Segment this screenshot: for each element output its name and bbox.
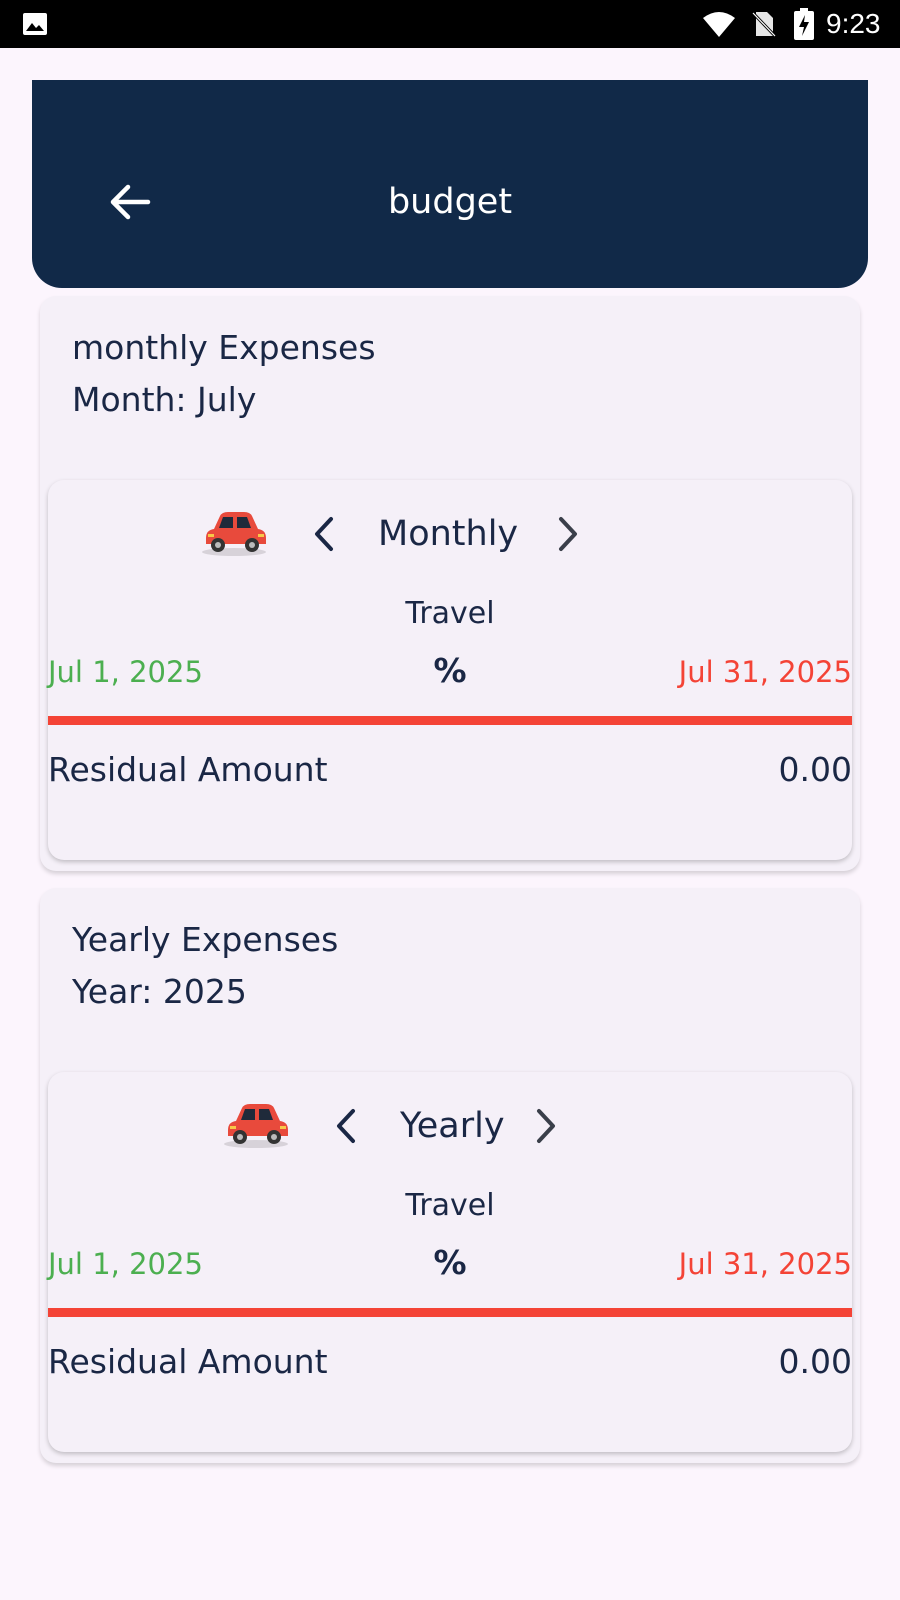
gallery-icon xyxy=(23,13,47,35)
category-label: Travel xyxy=(405,1188,495,1223)
budget-card[interactable]: Monthly Travel Jul 1, 2025 % Jul 31, 202… xyxy=(48,480,852,860)
residual-amount-value: 0.00 xyxy=(778,1342,852,1381)
status-time: 9:23 xyxy=(826,8,881,39)
no-sim-icon xyxy=(752,11,776,38)
next-period-button[interactable] xyxy=(526,1102,566,1150)
car-icon xyxy=(224,1104,288,1148)
period-label: Monthly xyxy=(378,514,519,554)
section-title: Yearly Expenses xyxy=(72,920,339,959)
section-subtitle: Year: 2025 xyxy=(72,972,247,1011)
next-period-button[interactable] xyxy=(548,510,588,558)
chevron-right-icon xyxy=(559,517,577,551)
section-title: monthly Expenses xyxy=(72,328,376,367)
budget-card[interactable]: Yearly Travel Jul 1, 2025 % Jul 31, 2025… xyxy=(48,1072,852,1452)
progress-bar xyxy=(48,716,852,725)
end-date: Jul 31, 2025 xyxy=(678,655,852,689)
car-icon xyxy=(202,512,266,556)
residual-amount-label: Residual Amount xyxy=(48,750,328,789)
period-label: Yearly xyxy=(400,1106,505,1146)
page-title: budget xyxy=(387,182,513,222)
wifi-icon xyxy=(703,12,735,37)
yearly-expenses-section: Yearly Expenses Year: 2025 Yearly Travel… xyxy=(40,888,860,1463)
end-date: Jul 31, 2025 xyxy=(678,1247,852,1281)
previous-period-button[interactable] xyxy=(304,510,344,558)
progress-fill xyxy=(48,716,852,725)
section-subtitle: Month: July xyxy=(72,380,257,419)
progress-fill xyxy=(48,1308,852,1317)
chevron-right-icon xyxy=(537,1109,555,1143)
residual-amount-label: Residual Amount xyxy=(48,1342,328,1381)
residual-amount-value: 0.00 xyxy=(778,750,852,789)
battery-charging-icon xyxy=(794,8,814,40)
status-bar: 9:23 xyxy=(0,0,900,48)
chevron-left-icon xyxy=(337,1109,355,1143)
chevron-left-icon xyxy=(315,517,333,551)
progress-bar xyxy=(48,1308,852,1317)
category-label: Travel xyxy=(405,596,495,631)
app-header: budget xyxy=(32,80,868,288)
previous-period-button[interactable] xyxy=(326,1102,366,1150)
monthly-expenses-section: monthly Expenses Month: July Monthly Tra… xyxy=(40,296,860,871)
